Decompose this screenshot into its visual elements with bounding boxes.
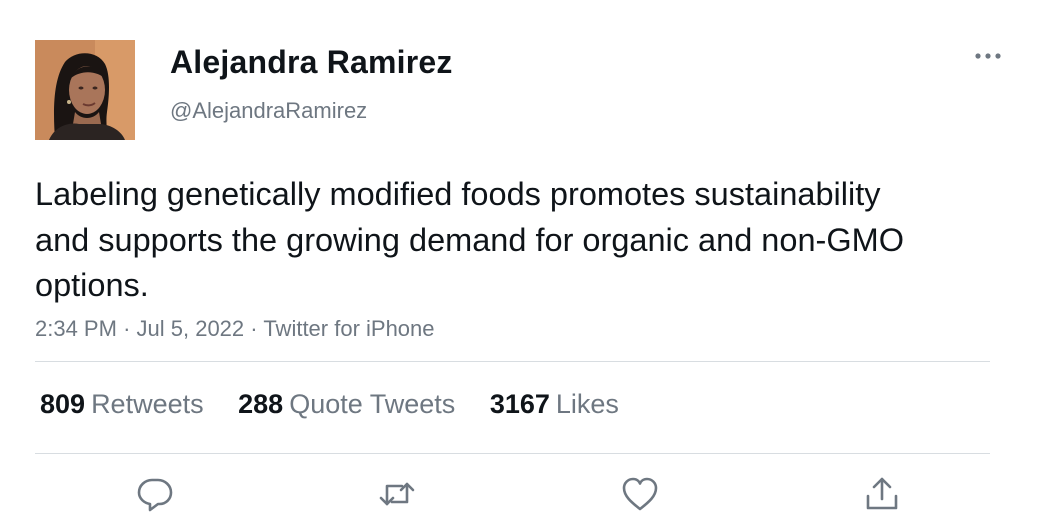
tweet-time[interactable]: 2:34 PM: [35, 316, 117, 341]
retweet-button[interactable]: [377, 474, 417, 514]
more-icon: [975, 53, 1001, 59]
meta-separator: ·: [123, 316, 131, 341]
divider: [35, 453, 990, 454]
tweet-metadata: 2:34 PM · Jul 5, 2022 · Twitter for iPho…: [35, 316, 435, 342]
reply-icon: [137, 478, 173, 512]
share-button[interactable]: [862, 474, 902, 514]
avatar[interactable]: [35, 40, 135, 140]
tweet-text: Labeling genetically modified foods prom…: [35, 176, 904, 303]
tweet-date[interactable]: Jul 5, 2022: [137, 316, 245, 341]
heart-icon: [622, 477, 658, 511]
author-handle[interactable]: @AlejandraRamirez: [170, 98, 367, 124]
profile-photo-icon: [35, 40, 135, 140]
tweet-stats: 809 Retweets 288 Quote Tweets 3167 Likes: [40, 389, 646, 420]
retweets-stat[interactable]: 809 Retweets: [40, 389, 204, 420]
likes-stat[interactable]: 3167 Likes: [490, 389, 619, 420]
like-button[interactable]: [620, 474, 660, 514]
quote-tweets-count: 288: [238, 389, 284, 419]
quote-tweets-label: Quote Tweets: [289, 389, 456, 419]
retweets-label: Retweets: [91, 389, 204, 419]
retweets-count: 809: [40, 389, 86, 419]
meta-separator: ·: [250, 316, 258, 341]
share-icon: [866, 477, 898, 510]
reply-button[interactable]: [135, 474, 175, 514]
quote-tweets-stat[interactable]: 288 Quote Tweets: [238, 389, 455, 420]
tweet-card: Alejandra Ramirez @AlejandraRamirez Labe…: [0, 0, 1050, 525]
retweet-icon: [379, 482, 415, 506]
author-display-name[interactable]: Alejandra Ramirez: [170, 44, 453, 81]
divider: [35, 361, 990, 362]
tweet-source[interactable]: Twitter for iPhone: [263, 316, 434, 341]
likes-count: 3167: [489, 389, 550, 419]
likes-label: Likes: [555, 389, 619, 419]
more-options-button[interactable]: [968, 42, 1008, 70]
